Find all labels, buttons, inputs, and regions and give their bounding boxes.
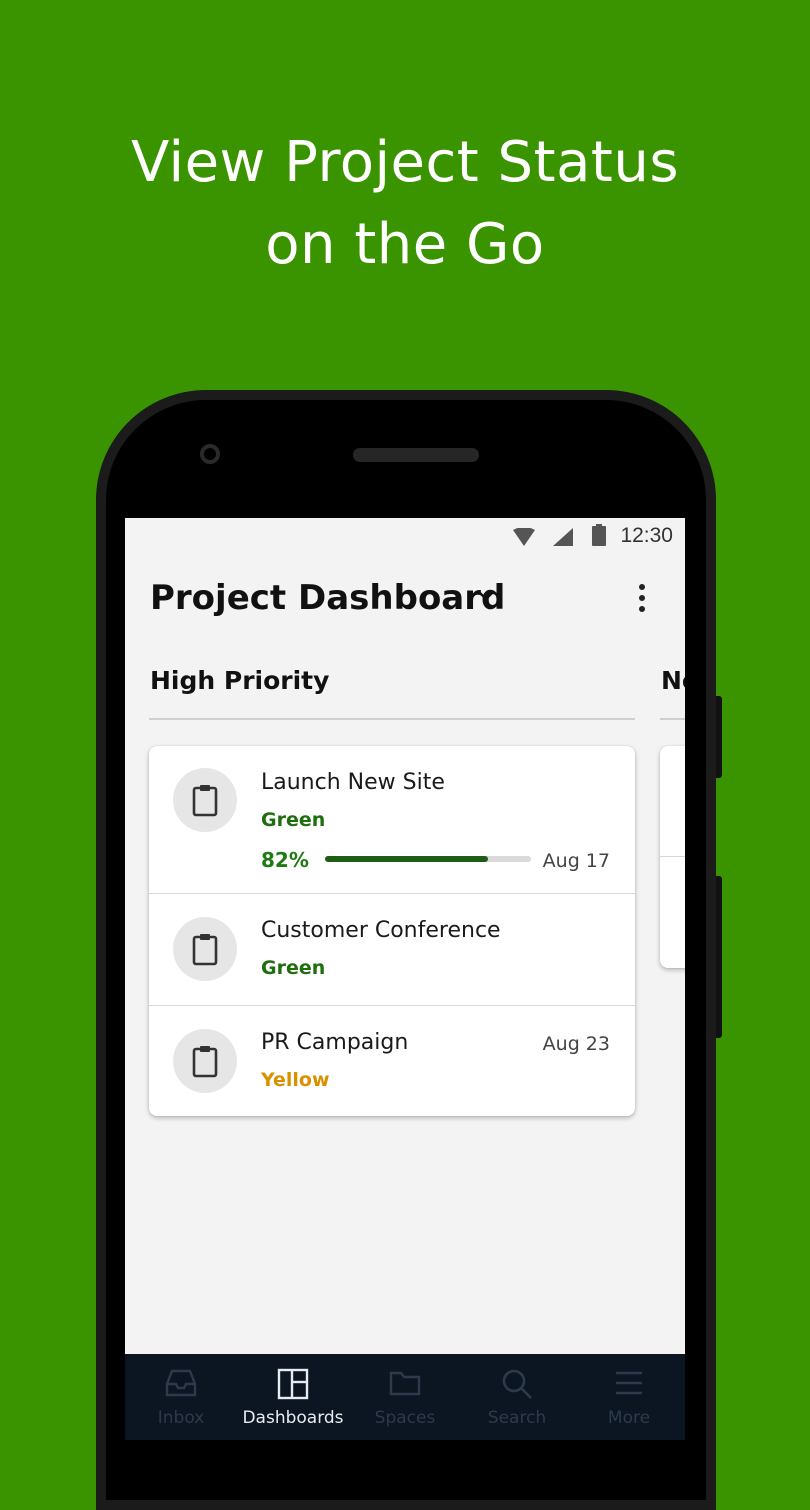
inbox-icon xyxy=(165,1369,197,1397)
project-date: Aug 23 xyxy=(542,1033,610,1055)
project-title: Customer Conference xyxy=(261,918,501,943)
search-icon xyxy=(502,1369,532,1399)
project-avatar xyxy=(173,917,237,981)
nav-label: Spaces xyxy=(374,1408,436,1428)
project-date: Aug 17 xyxy=(542,850,610,872)
project-status: Green xyxy=(261,957,326,979)
clipboard-icon xyxy=(192,785,218,817)
chevron-down-icon[interactable] xyxy=(477,590,495,602)
nav-item-spaces[interactable]: Spaces xyxy=(349,1354,461,1440)
folder-icon xyxy=(389,1371,421,1396)
column-header-next: No xyxy=(661,666,685,695)
project-title: PR Campaign xyxy=(261,1030,409,1055)
progress-bar xyxy=(325,856,531,862)
project-status: Green xyxy=(261,809,326,831)
column-header-high-priority: High Priority xyxy=(150,666,330,695)
volume-button xyxy=(716,696,722,778)
project-row[interactable]: Customer Conference Green xyxy=(149,894,635,1005)
headline: View Project Status on the Go xyxy=(0,122,810,286)
dashboards-icon xyxy=(277,1368,309,1400)
nav-item-dashboards[interactable]: Dashboards xyxy=(237,1354,349,1440)
project-title: Launch New Site xyxy=(261,770,445,795)
bottom-navigation: Inbox Dashboards Spaces Search More xyxy=(125,1354,685,1440)
project-avatar xyxy=(173,1029,237,1093)
column-divider xyxy=(149,718,635,720)
power-button xyxy=(716,876,722,1038)
column-divider xyxy=(660,718,685,720)
clipboard-icon xyxy=(192,1046,218,1078)
headline-line-1: View Project Status xyxy=(130,130,680,195)
progress-fill xyxy=(325,856,488,862)
menu-icon xyxy=(616,1371,642,1395)
headline-line-2: on the Go xyxy=(265,212,545,277)
project-avatar xyxy=(173,768,237,832)
battery-icon xyxy=(592,524,606,546)
nav-label: Inbox xyxy=(157,1408,205,1428)
nav-label: More xyxy=(607,1408,651,1428)
camera-lens xyxy=(200,444,220,464)
project-row[interactable]: PR Campaign Yellow Aug 23 xyxy=(149,1006,635,1116)
nav-item-search[interactable]: Search xyxy=(461,1354,573,1440)
project-percent: 82% xyxy=(261,848,309,872)
status-bar: 12:30 xyxy=(125,518,685,556)
speaker-grille xyxy=(353,448,479,462)
project-row[interactable]: Launch New Site Green 82% Aug 17 xyxy=(149,746,635,893)
nav-label: Dashboards xyxy=(242,1408,344,1428)
project-status: Yellow xyxy=(261,1069,330,1091)
signal-icon xyxy=(553,528,573,546)
page-title[interactable]: Project Dashboard xyxy=(150,578,505,618)
nav-label: Search xyxy=(487,1408,547,1428)
app-screen: 12:30 Project Dashboard High Priority No… xyxy=(125,518,685,1440)
nav-item-more[interactable]: More xyxy=(573,1354,685,1440)
row-divider xyxy=(660,856,685,857)
wifi-icon xyxy=(513,528,535,546)
nav-item-inbox[interactable]: Inbox xyxy=(125,1354,237,1440)
status-time: 12:30 xyxy=(620,524,673,547)
project-card: Launch New Site Green 82% Aug 17 Custome… xyxy=(149,746,635,1116)
next-column-card[interactable] xyxy=(660,746,685,968)
more-options-icon[interactable] xyxy=(635,584,649,614)
clipboard-icon xyxy=(192,934,218,966)
